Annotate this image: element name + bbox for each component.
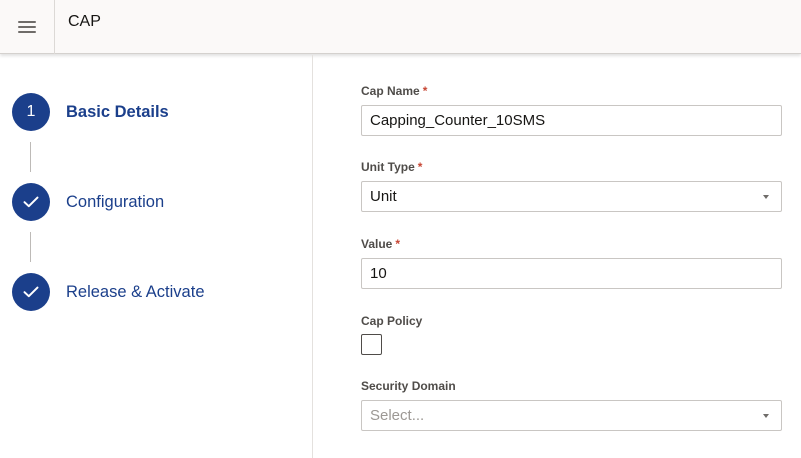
- cap-name-label: Cap Name: [361, 84, 420, 98]
- value-label: Value: [361, 237, 393, 251]
- cap-policy-checkbox[interactable]: [361, 334, 382, 355]
- security-domain-select[interactable]: Select...: [361, 400, 782, 431]
- step-label: Basic Details: [66, 102, 169, 121]
- cap-name-input[interactable]: Capping_Counter_10SMS: [361, 105, 782, 136]
- required-marker: *: [395, 237, 401, 251]
- value-field: Value * 10: [361, 236, 782, 289]
- unit-type-select[interactable]: Unit: [361, 181, 782, 212]
- cap-policy-label: Cap Policy: [361, 314, 423, 328]
- hamburger-menu-button[interactable]: [0, 0, 55, 54]
- step-label: Release & Activate: [66, 282, 205, 301]
- security-domain-field: Security Domain Select...: [361, 378, 782, 431]
- step-number-badge: 1: [12, 93, 50, 131]
- dropdown-caret-icon: [763, 414, 769, 418]
- value-input[interactable]: 10: [361, 258, 782, 289]
- step-configuration[interactable]: Configuration: [12, 183, 302, 221]
- checkmark-icon: [23, 286, 39, 298]
- step-check-badge: [12, 273, 50, 311]
- step-basic-details[interactable]: 1 Basic Details: [12, 93, 302, 131]
- page-title: CAP: [68, 13, 101, 30]
- step-check-badge: [12, 183, 50, 221]
- unit-type-field: Unit Type * Unit: [361, 159, 782, 212]
- dropdown-caret-icon: [763, 195, 769, 199]
- security-domain-label: Security Domain: [361, 379, 456, 393]
- cap-name-field: Cap Name * Capping_Counter_10SMS: [361, 83, 782, 136]
- hamburger-menu-icon: [18, 21, 36, 33]
- security-domain-placeholder: Select...: [370, 407, 425, 424]
- checkmark-icon: [23, 196, 39, 208]
- app-header: CAP: [0, 0, 801, 54]
- unit-type-label: Unit Type: [361, 160, 415, 174]
- train-stepper: 1 Basic Details Configuration Release & …: [0, 55, 313, 458]
- step-connector: [30, 232, 31, 262]
- step-label: Configuration: [66, 192, 165, 211]
- step-connector: [30, 142, 31, 172]
- step-release-activate[interactable]: Release & Activate: [12, 273, 302, 311]
- cap-policy-field: Cap Policy: [361, 313, 782, 355]
- required-marker: *: [417, 160, 423, 174]
- unit-type-value: Unit: [370, 188, 397, 205]
- required-marker: *: [422, 84, 428, 98]
